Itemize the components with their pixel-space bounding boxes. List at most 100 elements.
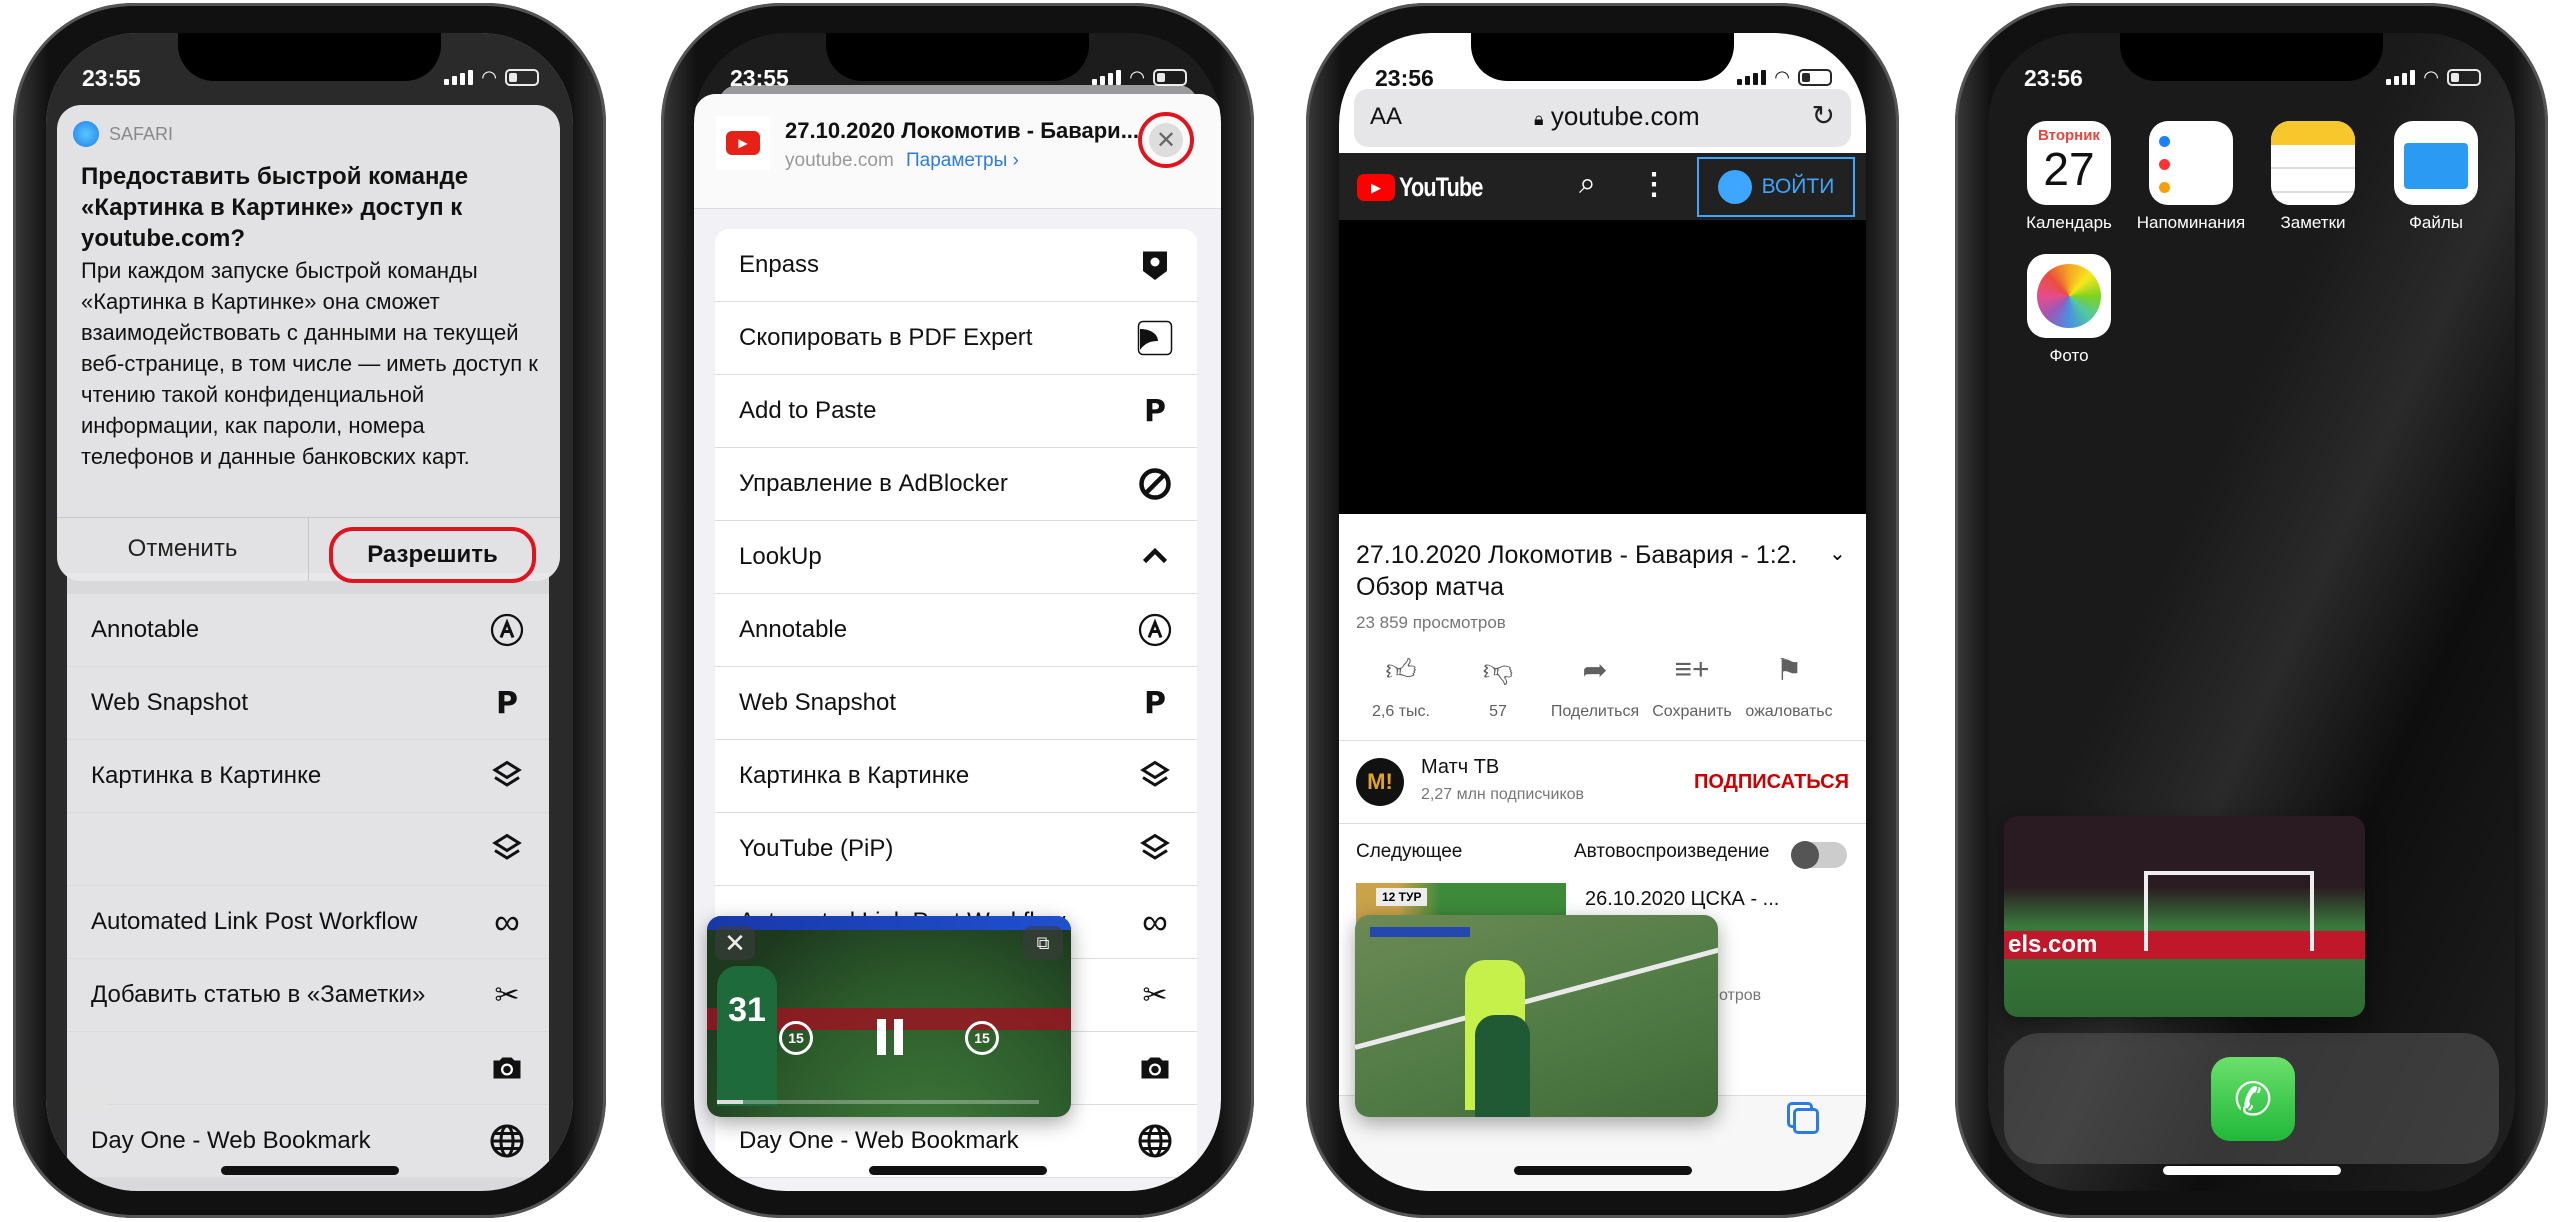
share-action-row[interactable] [67,1032,549,1105]
share-action-row[interactable]: Add to Paste P [715,375,1197,448]
round-badge: 12 ТУР [1376,888,1428,906]
layers-icon [487,829,527,869]
home-indicator [1514,1166,1692,1175]
annotable-icon [487,610,527,650]
youtube-header: ▶ YouTube ⌕ ⋮ ВОЙТИ [1339,153,1866,220]
p-icon: P [1144,393,1166,429]
photos-icon [2027,254,2111,338]
wifi-icon: ◠ [2423,67,2439,87]
alert-title: Предоставить быстрой команде «Картинка в… [81,163,469,252]
share-icon: ➦ [1582,654,1608,687]
home-indicator [2163,1166,2341,1175]
video-action-button[interactable]: ⚑ ожаловатьс [1739,653,1839,721]
share-action-row[interactable]: Добавить статью в «Заметки» ✂ [67,959,549,1032]
share-action-row[interactable]: Скопировать в PDF Expert [715,302,1197,375]
pip-video-player[interactable] [1355,915,1718,1117]
status-time: 23:56 [1375,65,1434,91]
chevron-down-icon[interactable]: ⌄ [1829,541,1846,566]
channel-name[interactable]: Матч ТВ [1421,756,1499,779]
url-text: 🔒︎ youtube.com [1534,101,1700,132]
video-action-button[interactable]: ≡+ Сохранить [1642,653,1742,721]
share-action-row[interactable]: Управление в AdBlocker [715,448,1197,521]
app-label: Файлы [2408,213,2463,232]
close-button[interactable]: ✕ [1138,112,1194,168]
share-action-row[interactable]: Web Snapshot P [67,667,549,740]
more-icon[interactable]: ⋮ [1639,167,1669,202]
tabs-icon[interactable] [1793,1108,1819,1134]
infinity-icon: ∞ [1142,901,1168,942]
reminders-icon [2149,121,2233,205]
allow-button[interactable]: Разрешить [329,527,536,583]
app-photos[interactable]: Фото [2027,254,2111,365]
signal-icon [1737,70,1767,85]
pip-progress-bar[interactable] [717,1100,1039,1104]
home-indicator [221,1166,399,1175]
wifi-icon: ◠ [481,67,497,87]
action-label: 57 [1489,703,1507,720]
signin-button[interactable]: ВОЙТИ [1697,157,1855,217]
share-action-row[interactable]: Annotable [67,594,549,667]
notch [826,33,1089,81]
share-domain: youtube.com [785,150,894,171]
block-icon [1135,464,1175,504]
address-bar[interactable]: AA 🔒︎ youtube.com ↻ [1354,89,1851,147]
camera-icon [487,1048,527,1088]
reload-icon[interactable]: ↻ [1812,99,1835,132]
video-action-button[interactable]: 👎︎ 57 [1448,653,1548,721]
row-label: LookUp [739,543,822,570]
phone-icon[interactable]: ✆ [2211,1057,2295,1141]
skip-forward-button[interactable]: 15 [965,1021,999,1055]
options-link[interactable]: Параметры › [906,150,1019,172]
video-action-button[interactable]: 👍︎ 2,6 тыс. [1351,653,1451,721]
share-action-row[interactable]: Annotable [715,594,1197,667]
globe-icon [487,1121,527,1161]
row-label: Automated Link Post Workflow [91,908,418,935]
pip-close-button[interactable]: ✕ [715,926,755,960]
pip-video-player[interactable]: 31 ✕ ⧉ 15 15 [707,916,1071,1117]
text-size-button[interactable]: AA [1370,103,1402,131]
chevron-up-icon [1135,537,1175,577]
pause-button[interactable] [877,1019,903,1055]
status-time: 23:55 [82,65,141,91]
signal-icon [444,70,474,85]
video-player[interactable] [1339,220,1866,514]
battery-icon [1153,69,1187,86]
calendar-icon: Вторник 27 [2027,121,2111,205]
share-action-row[interactable] [67,813,549,886]
alert-body: При каждом запуске быстрой команды «Карт… [81,258,538,469]
share-action-row[interactable]: LookUp [715,521,1197,594]
share-action-row[interactable]: Картинка в Картинке [715,740,1197,813]
app-notes[interactable]: Заметки [2271,121,2355,232]
row-label: Add to Paste [739,397,877,424]
share-action-row[interactable]: Automated Link Post Workflow ∞ [67,886,549,959]
pip-video-player[interactable]: els.com [2004,816,2365,1017]
cancel-button[interactable]: Отменить [57,517,308,581]
youtube-logo[interactable]: ▶ YouTube [1357,172,1503,203]
share-action-row[interactable]: Web Snapshot P [715,667,1197,740]
share-action-row[interactable]: YouTube (PiP) [715,813,1197,886]
notch [1471,33,1734,81]
row-label: Web Snapshot [91,689,248,716]
share-title: 27.10.2020 Локомотив - Бавари... [785,118,1140,143]
share-action-row[interactable]: Картинка в Картинке [67,740,549,813]
row-label: YouTube (PiP) [739,835,894,862]
pip-restore-button[interactable]: ⧉ [1023,926,1063,960]
app-calendar[interactable]: Вторник 27 Календарь [2026,121,2112,232]
channel-avatar[interactable]: M! [1356,758,1404,806]
p-icon: P [496,685,518,721]
home-indicator [869,1166,1047,1175]
video-action-button[interactable]: ➦ Поделиться [1545,653,1645,721]
layers-icon [1135,756,1175,796]
share-action-row[interactable]: Enpass [715,229,1197,302]
subscribe-button[interactable]: ПОДПИСАТЬСЯ [1694,771,1849,794]
app-reminders[interactable]: Напоминания [2137,121,2245,232]
globe-icon [1135,1121,1175,1161]
video-title: 27.10.2020 Локомотив - Бавария - 1:2. Об… [1356,541,1798,601]
action-label: Поделиться [1550,703,1640,720]
search-icon[interactable]: ⌕ [1579,167,1596,201]
youtube-wordmark: YouTube [1399,172,1483,202]
skip-back-label: 15 [788,1030,804,1046]
autoplay-toggle[interactable] [1791,841,1847,869]
app-files[interactable]: Файлы [2394,121,2478,232]
skip-back-button[interactable]: 15 [779,1021,813,1055]
